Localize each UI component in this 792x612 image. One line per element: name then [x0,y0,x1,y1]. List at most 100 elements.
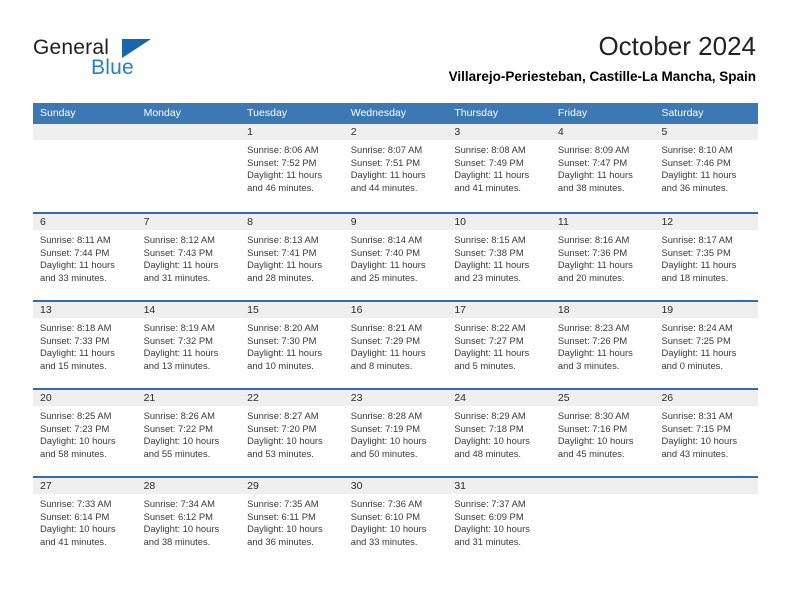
daylight-text-line2: and 38 minutes. [143,535,211,547]
day-number: 15 [240,302,344,318]
daylight-text-line1: Daylight: 10 hours [661,435,738,447]
calendar-day-cell[interactable]: 26 Sunrise: 8:31 AM Sunset: 7:15 PM Dayligh… [654,390,759,476]
daylight-text-line2: and 33 minutes. [40,271,107,283]
calendar-day-cell-empty [136,124,241,212]
calendar-day-cell[interactable]: 2 Sunrise: 8:07 AM Sunset: 7:51 PM Daylight… [343,124,448,212]
calendar-day-cell[interactable]: 19 Sunrise: 8:24 AM Sunset: 7:25 PM Dayligh… [654,302,759,388]
daylight-text-line1: Daylight: 11 hours [350,259,426,271]
calendar-day-cell[interactable]: 17 Sunrise: 8:22 AM Sunset: 7:27 PM Dayligh… [447,302,551,388]
calendar-day-cell[interactable]: 11 Sunrise: 8:16 AM Sunset: 7:36 PM Dayligh… [550,214,655,300]
sunrise-text: Sunrise: 8:07 AM [350,144,423,155]
calendar-day-cell[interactable]: 27 Sunrise: 7:33 AM Sunset: 6:14 PM Dayligh… [33,478,137,564]
daylight-text-line2: and 25 minutes. [350,271,418,283]
sunrise-text: Sunrise: 8:08 AM [454,144,526,155]
day-number: 28 [136,478,241,494]
calendar-day-cell[interactable]: 4 Sunrise: 8:09 AM Sunset: 7:47 PM Daylight… [550,124,655,212]
calendar-day-cell[interactable]: 12 Sunrise: 8:17 AM Sunset: 7:35 PM Dayligh… [654,214,759,300]
calendar-day-cell-empty [550,478,655,564]
calendar-day-cell[interactable]: 31 Sunrise: 7:37 AM Sunset: 6:09 PM Dayligh… [447,478,551,564]
calendar-day-cell[interactable]: 6 Sunrise: 8:11 AM Sunset: 7:44 PM Daylight… [33,214,137,300]
day-details: Sunrise: 8:19 AM Sunset: 7:32 PM Daylight:… [137,318,241,372]
daylight-text-line2: and 44 minutes. [350,181,418,193]
calendar-day-cell[interactable]: 14 Sunrise: 8:19 AM Sunset: 7:32 PM Dayligh… [136,302,241,388]
sunrise-text: Sunrise: 8:14 AM [350,234,423,245]
daylight-text-line1: Daylight: 10 hours [143,523,220,535]
daylight-text-line1: Daylight: 11 hours [350,347,426,359]
calendar-day-cell[interactable]: 13 Sunrise: 8:18 AM Sunset: 7:33 PM Dayligh… [33,302,137,388]
day-number: 14 [136,302,241,318]
calendar-day-cell-empty [33,124,137,212]
calendar-day-cell[interactable]: 15 Sunrise: 8:20 AM Sunset: 7:30 PM Dayligh… [240,302,344,388]
calendar-day-cell[interactable]: 9 Sunrise: 8:14 AM Sunset: 7:40 PM Daylight… [343,214,448,300]
calendar-day-cell[interactable]: 21 Sunrise: 8:26 AM Sunset: 7:22 PM Dayligh… [136,390,241,476]
sunrise-text: Sunrise: 8:06 AM [247,144,319,155]
sunrise-text: Sunrise: 8:20 AM [247,322,319,333]
daylight-text-line1: Daylight: 11 hours [661,169,737,181]
sunset-text: Sunset: 7:36 PM [557,246,628,258]
sunset-text: Sunset: 6:12 PM [143,510,213,522]
calendar-day-cell[interactable]: 5 Sunrise: 8:10 AM Sunset: 7:46 PM Daylight… [654,124,759,212]
daylight-text-line2: and 58 minutes. [40,447,107,459]
daylight-text-line2: and 31 minutes. [454,535,522,547]
day-number: 23 [343,390,448,406]
day-number: 27 [33,478,137,494]
day-number: 26 [654,390,759,406]
sunset-text: Sunset: 7:32 PM [143,334,213,346]
day-number: 7 [136,214,241,230]
page-title: October 2024 [598,31,756,61]
calendar-day-cell[interactable]: 23 Sunrise: 8:28 AM Sunset: 7:19 PM Dayligh… [343,390,448,476]
calendar-day-cell[interactable]: 22 Sunrise: 8:27 AM Sunset: 7:20 PM Dayligh… [240,390,344,476]
calendar-day-cell[interactable]: 16 Sunrise: 8:21 AM Sunset: 7:29 PM Dayligh… [343,302,448,388]
calendar-day-cell[interactable]: 30 Sunrise: 7:36 AM Sunset: 6:10 PM Dayligh… [343,478,448,564]
day-number: 2 [343,124,448,140]
calendar-day-cell[interactable]: 25 Sunrise: 8:30 AM Sunset: 7:16 PM Dayligh… [550,390,655,476]
daylight-text-line2: and 41 minutes. [40,535,107,547]
calendar-grid: Sunday Monday Tuesday Wednesday Thursday… [33,103,759,564]
calendar-day-cell[interactable]: 1 Sunrise: 8:06 AM Sunset: 7:52 PM Daylight… [240,124,344,212]
calendar-day-cell[interactable]: 20 Sunrise: 8:25 AM Sunset: 7:23 PM Dayligh… [33,390,137,476]
calendar-weeks: 1 Sunrise: 8:06 AM Sunset: 7:52 PM Daylight… [33,124,759,564]
sunrise-text: Sunrise: 8:28 AM [350,410,423,421]
calendar-day-cell[interactable]: 29 Sunrise: 7:35 AM Sunset: 6:11 PM Dayligh… [240,478,344,564]
day-number [33,124,137,140]
sunset-text: Sunset: 7:27 PM [454,334,524,346]
day-details: Sunrise: 8:06 AM Sunset: 7:52 PM Daylight:… [240,140,344,194]
calendar-day-cell[interactable]: 10 Sunrise: 8:15 AM Sunset: 7:38 PM Dayligh… [447,214,551,300]
daylight-text-line2: and 0 minutes. [661,359,723,371]
calendar-day-cell[interactable]: 18 Sunrise: 8:23 AM Sunset: 7:26 PM Dayligh… [550,302,655,388]
daylight-text-line1: Daylight: 11 hours [454,347,530,359]
daylight-text-line1: Daylight: 11 hours [40,259,115,271]
day-details: Sunrise: 8:20 AM Sunset: 7:30 PM Daylight:… [240,318,344,372]
daylight-text-line2: and 18 minutes. [661,271,729,283]
calendar-weekday-header-row: Sunday Monday Tuesday Wednesday Thursday… [33,103,758,124]
day-number: 17 [447,302,551,318]
weekday-header-friday: Friday [557,107,588,119]
sunset-text: Sunset: 7:41 PM [247,246,317,258]
sunrise-text: Sunrise: 7:35 AM [247,498,319,509]
sunrise-text: Sunrise: 8:15 AM [454,234,526,245]
daylight-text-line1: Daylight: 10 hours [454,523,530,535]
daylight-text-line2: and 23 minutes. [454,271,522,283]
daylight-text-line2: and 46 minutes. [247,181,314,193]
calendar-day-cell[interactable]: 8 Sunrise: 8:13 AM Sunset: 7:41 PM Daylight… [240,214,344,300]
day-number: 11 [550,214,655,230]
sunset-text: Sunset: 7:44 PM [40,246,110,258]
calendar-day-cell[interactable]: 7 Sunrise: 8:12 AM Sunset: 7:43 PM Daylight… [136,214,241,300]
day-details: Sunrise: 8:18 AM Sunset: 7:33 PM Daylight:… [33,318,137,372]
daylight-text-line1: Daylight: 10 hours [247,523,323,535]
sunset-text: Sunset: 7:19 PM [350,422,421,434]
daylight-text-line2: and 15 minutes. [40,359,107,371]
sunset-text: Sunset: 7:16 PM [557,422,628,434]
calendar-day-cell[interactable]: 3 Sunrise: 8:08 AM Sunset: 7:49 PM Daylight… [447,124,551,212]
calendar-day-cell[interactable]: 28 Sunrise: 7:34 AM Sunset: 6:12 PM Dayligh… [136,478,241,564]
calendar-day-cell-empty [654,478,759,564]
sunset-text: Sunset: 7:38 PM [454,246,524,258]
daylight-text-line2: and 41 minutes. [454,181,522,193]
daylight-text-line1: Daylight: 11 hours [661,259,737,271]
day-details: Sunrise: 7:35 AM Sunset: 6:11 PM Daylight:… [240,494,344,548]
daylight-text-line2: and 20 minutes. [557,271,625,283]
daylight-text-line2: and 38 minutes. [557,181,625,193]
daylight-text-line2: and 36 minutes. [247,535,314,547]
day-number [550,478,655,494]
calendar-day-cell[interactable]: 24 Sunrise: 8:29 AM Sunset: 7:18 PM Dayligh… [447,390,551,476]
